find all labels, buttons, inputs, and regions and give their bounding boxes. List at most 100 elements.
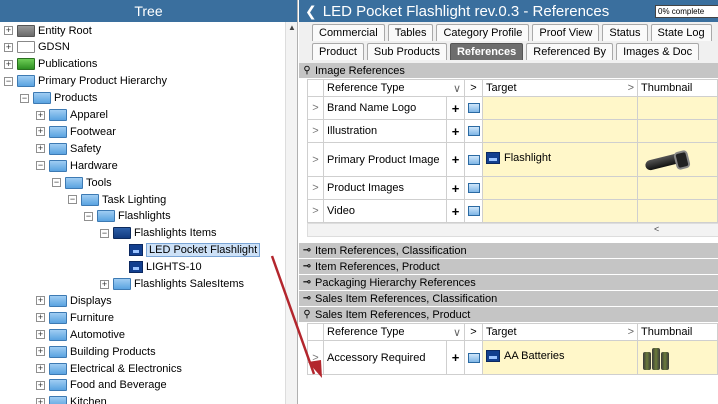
collapse-icon[interactable]: − bbox=[52, 178, 61, 188]
tree-node[interactable]: − Flashlights bbox=[84, 208, 171, 225]
expand-icon[interactable]: + bbox=[36, 364, 45, 373]
add-reference-icon[interactable]: + bbox=[446, 199, 465, 223]
column-thumbnail[interactable]: Thumbnail bbox=[637, 323, 718, 341]
add-reference-icon[interactable]: + bbox=[446, 119, 465, 143]
row-expand-icon[interactable]: > bbox=[307, 340, 324, 375]
tab-state-log[interactable]: State Log bbox=[650, 24, 712, 41]
tree-node[interactable]: + Apparel bbox=[36, 107, 108, 124]
column-reference-type[interactable]: Reference Type ∨ bbox=[323, 323, 465, 341]
collapse-icon[interactable]: − bbox=[84, 211, 93, 221]
tree-node[interactable]: + Electrical & Electronics bbox=[36, 360, 182, 377]
tree-node[interactable]: + Kitchen bbox=[36, 394, 107, 404]
link-target-icon[interactable] bbox=[467, 126, 480, 137]
tab-referenced-by[interactable]: Referenced By bbox=[526, 43, 614, 60]
expand-icon[interactable]: + bbox=[36, 110, 45, 120]
target-cell[interactable] bbox=[482, 176, 638, 200]
tab-images-doc[interactable]: Images & Doc bbox=[616, 43, 700, 60]
tab-sub-products[interactable]: Sub Products bbox=[366, 43, 447, 60]
tree-node[interactable]: + GDSN bbox=[4, 39, 70, 56]
row-expand-icon[interactable]: > bbox=[307, 119, 324, 143]
section-image-references[interactable]: ⚲ Image References bbox=[299, 63, 718, 79]
expand-icon[interactable]: + bbox=[36, 144, 45, 154]
tree-node[interactable]: − Tools bbox=[52, 174, 112, 191]
row-expand-icon[interactable]: > bbox=[307, 142, 324, 177]
section-item-references-product[interactable]: ⊸ Item References, Product bbox=[299, 259, 718, 275]
row-expand-icon[interactable]: > bbox=[307, 176, 324, 200]
target-cell[interactable]: Flashlight bbox=[482, 142, 638, 177]
collapse-icon[interactable]: − bbox=[36, 161, 45, 171]
expand-icon[interactable]: + bbox=[36, 397, 45, 404]
column-target[interactable]: Target > bbox=[482, 79, 638, 97]
add-reference-icon[interactable]: + bbox=[446, 96, 465, 120]
collapse-icon[interactable]: − bbox=[20, 93, 29, 103]
collapse-icon[interactable]: − bbox=[4, 76, 13, 86]
reference-row[interactable]: > Brand Name Logo + bbox=[307, 96, 718, 120]
expand-icon[interactable]: + bbox=[36, 127, 45, 137]
tree-node[interactable]: + Building Products bbox=[36, 343, 156, 360]
expand-icon[interactable]: + bbox=[36, 330, 45, 340]
section-item-references-classification[interactable]: ⊸ Item References, Classification bbox=[299, 243, 718, 259]
reference-row[interactable]: > Illustration + bbox=[307, 119, 718, 143]
link-target-icon[interactable] bbox=[467, 183, 480, 194]
tree-node[interactable]: + Furniture bbox=[36, 309, 114, 326]
tab-references[interactable]: References bbox=[449, 43, 524, 60]
tree-node[interactable]: + Displays bbox=[36, 292, 112, 309]
column-reference-type[interactable]: Reference Type ∨ bbox=[323, 79, 465, 97]
collapse-icon[interactable]: − bbox=[68, 195, 77, 204]
target-cell[interactable] bbox=[482, 119, 638, 143]
tree-node[interactable]: + Footwear bbox=[36, 123, 116, 140]
tree-node[interactable]: + Entity Root bbox=[4, 22, 92, 39]
tree-node[interactable]: + Publications bbox=[4, 56, 97, 73]
link-target-icon[interactable] bbox=[467, 154, 480, 165]
expand-icon[interactable]: + bbox=[4, 42, 13, 52]
horizontal-scrollbar[interactable]: < bbox=[307, 223, 718, 237]
tab-status[interactable]: Status bbox=[602, 24, 648, 41]
tab-product[interactable]: Product bbox=[312, 43, 364, 60]
row-expand-icon[interactable]: > bbox=[307, 199, 324, 223]
row-expand-icon[interactable]: > bbox=[307, 96, 324, 120]
scroll-up-icon[interactable]: ▲ bbox=[286, 22, 298, 34]
expand-icon[interactable]: + bbox=[4, 26, 13, 35]
add-reference-icon[interactable]: + bbox=[446, 176, 465, 200]
expand-icon[interactable]: + bbox=[36, 347, 45, 357]
expand-icon[interactable]: + bbox=[36, 296, 45, 306]
expand-icon[interactable]: + bbox=[36, 380, 45, 390]
link-target-icon[interactable] bbox=[467, 103, 480, 114]
target-cell[interactable]: AA Batteries bbox=[482, 340, 638, 375]
tree-node[interactable]: − Products bbox=[20, 90, 97, 107]
link-target-icon[interactable] bbox=[467, 352, 480, 363]
tree-node[interactable]: + Food and Beverage bbox=[36, 377, 167, 394]
tree-node[interactable]: + Safety bbox=[36, 140, 101, 157]
expand-icon[interactable]: + bbox=[36, 313, 45, 323]
back-icon[interactable]: ❮ bbox=[305, 3, 317, 20]
column-target[interactable]: Target > bbox=[482, 323, 638, 341]
link-target-icon[interactable] bbox=[467, 206, 480, 217]
column-expand[interactable]: > bbox=[464, 79, 483, 97]
tree-node[interactable]: + Automotive bbox=[36, 326, 125, 343]
tree-node[interactable]: − Flashlights Items bbox=[100, 225, 217, 242]
reference-row[interactable]: > Product Images + bbox=[307, 176, 718, 200]
section-sales-item-classification[interactable]: ⊸ Sales Item References, Classification bbox=[299, 291, 718, 307]
tab-tables[interactable]: Tables bbox=[387, 24, 434, 41]
tree-node[interactable]: − Task Lighting bbox=[68, 191, 166, 208]
section-packaging-hierarchy[interactable]: ⊸ Packaging Hierarchy References bbox=[299, 275, 718, 291]
tree-node[interactable]: − Primary Product Hierarchy bbox=[4, 73, 167, 90]
column-thumbnail[interactable]: Thumbnail bbox=[637, 79, 718, 97]
add-reference-icon[interactable]: + bbox=[446, 340, 465, 375]
tree-node[interactable]: LIGHTS-10 bbox=[116, 259, 202, 276]
reference-row[interactable]: > Video + bbox=[307, 199, 718, 223]
tree-node[interactable]: + Flashlights SalesItems bbox=[100, 276, 244, 293]
target-cell[interactable] bbox=[482, 96, 638, 120]
expand-icon[interactable]: + bbox=[100, 279, 109, 289]
tab-category-profile[interactable]: Category Profile bbox=[436, 24, 530, 41]
add-reference-icon[interactable]: + bbox=[446, 142, 465, 177]
collapse-icon[interactable]: − bbox=[100, 228, 109, 238]
reference-row[interactable]: > Accessory Required + AA Batteries bbox=[307, 340, 718, 375]
target-cell[interactable] bbox=[482, 199, 638, 223]
tab-proof-view[interactable]: Proof View bbox=[532, 24, 600, 41]
tree-node[interactable]: LED Pocket Flashlight bbox=[116, 242, 261, 259]
tree-scrollbar[interactable]: ▲ bbox=[285, 22, 297, 404]
section-sales-item-product[interactable]: ⚲ Sales Item References, Product bbox=[299, 307, 718, 323]
reference-row[interactable]: > Primary Product Image + Flashlight bbox=[307, 142, 718, 177]
tab-commercial[interactable]: Commercial bbox=[312, 24, 385, 41]
